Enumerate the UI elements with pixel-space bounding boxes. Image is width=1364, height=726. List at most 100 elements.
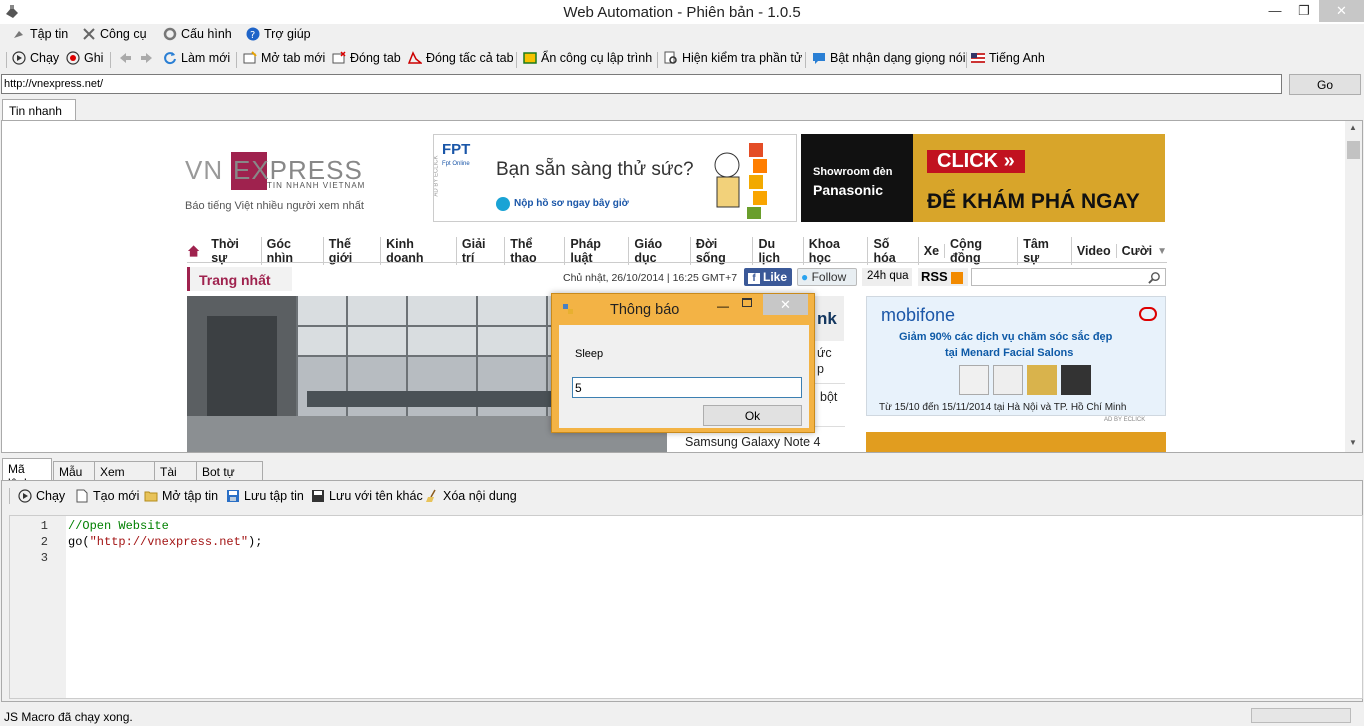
nav-item[interactable]: Góc nhìn — [262, 237, 324, 265]
nav-item[interactable]: Thời sự — [206, 237, 262, 265]
tab-downloads[interactable]: Tài về — [154, 461, 197, 493]
nav-item[interactable]: Thế giới — [324, 237, 382, 265]
nav-item[interactable]: Đời sống — [691, 237, 754, 265]
nav-item[interactable]: Xe — [919, 244, 946, 258]
ad-by-label: AD BY ECLICK — [433, 155, 440, 197]
facebook-like-button[interactable]: f Like — [744, 268, 792, 286]
home-icon[interactable] — [187, 244, 200, 258]
browser-scrollbar[interactable]: ▲ ▼ — [1345, 121, 1362, 452]
news-fragment[interactable]: nk — [817, 309, 837, 329]
mobi-logo-icon — [1139, 307, 1157, 321]
go-button[interactable]: Go — [1289, 74, 1361, 95]
maximize-button[interactable]: ❐ — [1290, 0, 1318, 22]
close-all-icon — [408, 51, 422, 64]
nav-item[interactable]: Giải trí — [457, 237, 506, 265]
scroll-down-icon[interactable]: ▼ — [1349, 438, 1357, 447]
editor-run-button[interactable]: Chạy — [18, 489, 65, 503]
nav-item[interactable]: Số hóa — [868, 237, 919, 265]
tab-preview[interactable]: Xem trước — [94, 461, 155, 493]
tab-bot[interactable]: Bot tự động — [196, 461, 263, 493]
separator — [236, 52, 237, 68]
nav-item[interactable]: Khoa học — [804, 237, 869, 265]
close-all-tabs-button[interactable]: Đóng tấc cả tab — [408, 51, 514, 65]
menu-tools-label: Công cụ — [100, 27, 147, 41]
nav-item[interactable]: Du lịch — [753, 237, 804, 265]
code-token: go( — [68, 535, 90, 549]
nav-item[interactable]: Video — [1072, 244, 1117, 258]
inspector-button[interactable]: Hiện kiểm tra phần tử — [664, 51, 802, 65]
scroll-thumb[interactable] — [1347, 141, 1360, 159]
nav-item[interactable]: Thể thao — [505, 237, 566, 265]
save-as-icon — [312, 490, 324, 502]
news-fragment[interactable]: ức — [817, 346, 832, 360]
menu-config[interactable]: Cấu hình — [163, 27, 232, 41]
nav-item[interactable]: Giáo dục — [629, 237, 691, 265]
save-as-button[interactable]: Lưu với tên khác — [311, 489, 423, 503]
panasonic-ad[interactable]: Showroom đèn Panasonic CLICK » ĐỂ KHÁM P… — [801, 134, 1165, 222]
cartoon-figure-icon — [714, 143, 767, 219]
record-button[interactable]: Ghi — [66, 51, 103, 65]
clear-button[interactable]: Xóa nội dung — [425, 489, 517, 503]
url-input[interactable] — [1, 74, 1282, 94]
dialog-close-button[interactable]: ✕ — [763, 294, 808, 315]
status-text: JS Macro đã chạy xong. — [4, 710, 133, 724]
refresh-icon — [164, 52, 176, 65]
menu-tools[interactable]: Công cụ — [82, 27, 147, 41]
code-text[interactable]: //Open Website go("http://vnexpress.net")… — [68, 518, 262, 566]
voice-button[interactable]: Bật nhận dạng giọng nói — [812, 51, 966, 65]
tab-code[interactable]: Mã lệnh — [2, 458, 52, 490]
news-fragment[interactable]: bột — [820, 390, 837, 404]
dialog-minimize-button[interactable]: — — [717, 299, 729, 313]
dialog-maximize-button[interactable] — [742, 298, 752, 307]
product-image — [1061, 365, 1091, 395]
hide-dev-tools-label: Ẩn công cụ lập trình — [541, 51, 653, 65]
nav-item[interactable]: Cười — [1117, 244, 1157, 258]
close-tab-button[interactable]: Đóng tab — [332, 51, 401, 65]
search-icon[interactable] — [1148, 271, 1161, 284]
refresh-button[interactable]: Làm mới — [163, 51, 230, 65]
browser-tab[interactable]: Tin nhanh ... — [2, 99, 76, 132]
language-button[interactable]: Tiếng Anh — [971, 51, 1045, 65]
help-icon: ? — [246, 27, 260, 41]
nav-item[interactable]: Pháp luật — [565, 237, 630, 265]
mobifone-ad[interactable]: mobifone Giảm 90% các dịch vụ chăm sóc s… — [866, 296, 1166, 416]
tab-templates[interactable]: Mẫu — [53, 461, 95, 480]
news-item[interactable]: Samsung Galaxy Note 4 — [685, 435, 821, 449]
vnexpress-logo[interactable]: VN EXPRESS TIN NHANH VIETNAM — [185, 151, 393, 193]
code-editor[interactable]: 1 2 3 //Open Website go("http://vnexpress… — [9, 515, 1363, 699]
chevron-down-icon[interactable]: ▼ — [1157, 246, 1167, 257]
rss-button[interactable]: RSS — [918, 268, 968, 286]
twitter-follow-button[interactable]: ● Follow — [797, 268, 857, 286]
new-tab-button[interactable]: Mở tab mới — [243, 51, 325, 65]
menu-file[interactable]: Tập tin — [12, 27, 68, 41]
open-file-button[interactable]: Mở tập tin — [144, 489, 218, 503]
run-button[interactable]: Chạy — [12, 51, 59, 65]
minimize-button[interactable]: — — [1260, 0, 1290, 22]
section-title: Trang nhất — [187, 267, 292, 291]
save-button[interactable]: Lưu tập tin — [226, 489, 304, 503]
news-fragment[interactable]: p — [817, 362, 824, 376]
24h-button[interactable]: 24h qua — [862, 268, 912, 286]
code-comment: //Open Website — [68, 519, 169, 533]
site-search-input[interactable] — [971, 268, 1166, 286]
speech-bubble-icon — [813, 53, 825, 64]
fpt-ad[interactable]: AD BY ECLICK FPT Fpt Online Bạn sẵn sàng… — [433, 134, 797, 222]
forward-button[interactable] — [140, 51, 154, 65]
nav-item[interactable]: Tâm sự — [1018, 237, 1072, 265]
facebook-icon: f — [748, 273, 760, 284]
title-bar: Web Automation - Phiên bản - 1.0.5 — ❐ ✕ — [0, 0, 1364, 24]
dialog-value-input[interactable] — [572, 377, 802, 398]
voice-label: Bật nhận dạng giọng nói — [830, 51, 966, 65]
nav-item[interactable]: Kinh doanh — [381, 237, 457, 265]
fpt-cta[interactable]: Nộp hồ sơ ngay bây giờ — [514, 198, 629, 209]
hide-dev-tools-button[interactable]: Ẩn công cụ lập trình — [523, 51, 652, 65]
close-button[interactable]: ✕ — [1319, 0, 1364, 22]
menu-help[interactable]: ? Trợ giúp — [246, 27, 311, 41]
nav-underline — [187, 262, 1167, 263]
nav-item[interactable]: Cộng đồng — [945, 237, 1019, 265]
back-button[interactable] — [118, 51, 132, 65]
mobi-date: Từ 15/10 đến 15/11/2014 tại Hà Nội và TP… — [879, 402, 1127, 413]
scroll-up-icon[interactable]: ▲ — [1349, 123, 1357, 132]
new-file-button[interactable]: Tạo mới — [75, 489, 139, 503]
ok-button[interactable]: Ok — [703, 405, 802, 426]
